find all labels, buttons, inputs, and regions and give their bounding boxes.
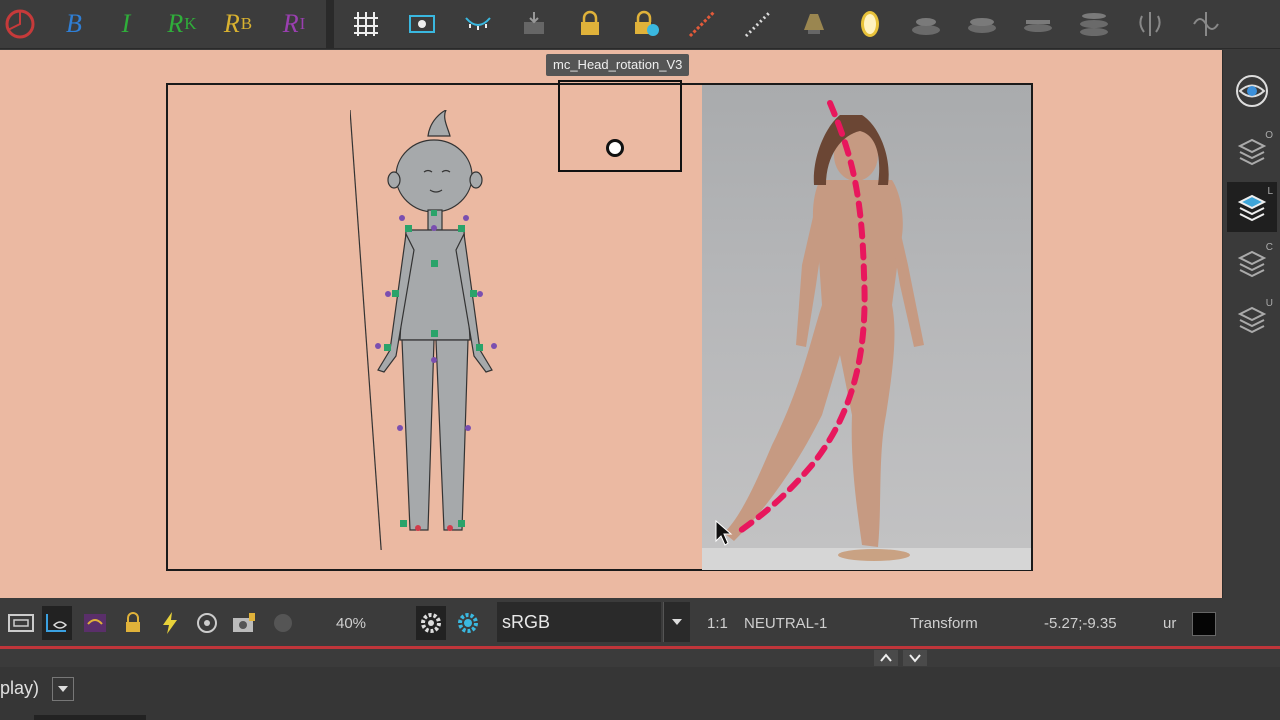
reference-k-icon[interactable]: RK	[160, 4, 204, 44]
bitmap-layer-icon[interactable]: B	[52, 4, 96, 44]
ink-layer-icon[interactable]: I	[104, 4, 148, 44]
import-icon[interactable]	[514, 4, 554, 44]
layer-letter: R	[282, 9, 299, 38]
symmetry-icon[interactable]	[1130, 4, 1170, 44]
mouse-cursor-icon	[715, 519, 733, 546]
layer-letter: R	[223, 9, 240, 38]
layer-letter: R	[167, 9, 184, 38]
target-icon[interactable]	[192, 600, 222, 646]
layer-subscript: B	[240, 14, 253, 33]
stack-3-icon[interactable]	[1018, 4, 1058, 44]
layer-key-label: O	[1265, 130, 1273, 141]
bone-chain-icon[interactable]	[682, 4, 722, 44]
head-rotation-box[interactable]	[558, 80, 682, 172]
rigged-character[interactable]	[350, 110, 520, 550]
reference-b-icon[interactable]: RB	[216, 4, 260, 44]
zoom-level[interactable]: 40%	[336, 600, 366, 646]
lock-add-icon[interactable]	[626, 4, 666, 44]
layer-subscript: K	[184, 14, 197, 33]
curve-icon[interactable]	[1186, 4, 1226, 44]
grid-snap-icon[interactable]	[268, 600, 298, 646]
bottom-bar: play)	[0, 667, 1280, 720]
layer-key-label: U	[1265, 298, 1273, 309]
pixel-ratio[interactable]: 1:1	[707, 600, 728, 646]
layers-o-icon[interactable]: O	[1227, 126, 1277, 176]
lock-icon[interactable]	[118, 600, 148, 646]
cursor-coordinates: -5.27;-9.35	[1044, 614, 1117, 632]
line-of-action	[737, 100, 868, 534]
camera-frame-icon[interactable]	[402, 4, 442, 44]
eye-icon[interactable]	[1227, 66, 1277, 116]
lock-icon[interactable]	[570, 4, 610, 44]
layer-letter: B	[66, 9, 82, 38]
timeline-strip	[34, 715, 146, 720]
reference-photo	[702, 85, 1031, 570]
toolbar-separator	[326, 0, 334, 48]
snapshot-icon[interactable]	[229, 600, 259, 646]
panel-resize-row	[0, 649, 1280, 667]
tool-mode: Transform	[910, 614, 978, 632]
unit-label: ur	[1163, 614, 1177, 632]
chevron-down-icon[interactable]	[52, 677, 74, 701]
layer-letter: I	[121, 9, 131, 38]
display-selector-label[interactable]: play)	[0, 678, 39, 699]
layer-subscript: I	[299, 14, 306, 33]
layer-key-label: L	[1267, 186, 1273, 197]
layers-l-icon[interactable]: L	[1227, 182, 1277, 232]
mirror-icon[interactable]	[850, 4, 890, 44]
current-color-swatch[interactable]	[1192, 612, 1216, 636]
ruler-icon[interactable]	[738, 4, 778, 44]
layers-u-icon[interactable]: U	[1227, 294, 1277, 344]
onion-display-icon[interactable]	[80, 600, 110, 646]
palette-name[interactable]: NEUTRAL-1	[744, 600, 827, 646]
camera-view-icon[interactable]	[42, 606, 72, 640]
stack-2-icon[interactable]	[962, 4, 1002, 44]
onion-skin-icon[interactable]	[458, 4, 498, 44]
lightning-icon[interactable]	[155, 600, 185, 646]
drawing-canvas[interactable]: mc_Head_rotation_V3	[0, 50, 1222, 598]
color-gear-icon[interactable]	[453, 600, 483, 646]
reference-i-icon[interactable]: RI	[272, 4, 316, 44]
tooltip: mc_Head_rotation_V3	[546, 54, 690, 76]
layers-c-icon[interactable]: C	[1227, 238, 1277, 288]
display-mode-icon[interactable]	[6, 600, 36, 646]
stack-4-icon[interactable]	[1074, 4, 1114, 44]
colorspace-select[interactable]: sRGB	[497, 602, 661, 642]
chevron-down-icon[interactable]	[663, 602, 690, 642]
top-toolbar: BIRKRBRI	[0, 0, 1280, 49]
grid-icon[interactable]	[346, 4, 386, 44]
chevron-up-icon[interactable]	[874, 650, 898, 666]
layer-key-label: C	[1265, 242, 1273, 253]
chevron-down-icon[interactable]	[903, 650, 927, 666]
stack-1-icon[interactable]	[906, 4, 946, 44]
light-icon[interactable]	[794, 4, 834, 44]
pivot-handle[interactable]	[606, 139, 624, 157]
right-panel: O L C U	[1222, 50, 1280, 598]
settings-gear-icon[interactable]	[416, 606, 446, 640]
color-wheel-icon[interactable]	[0, 4, 40, 44]
